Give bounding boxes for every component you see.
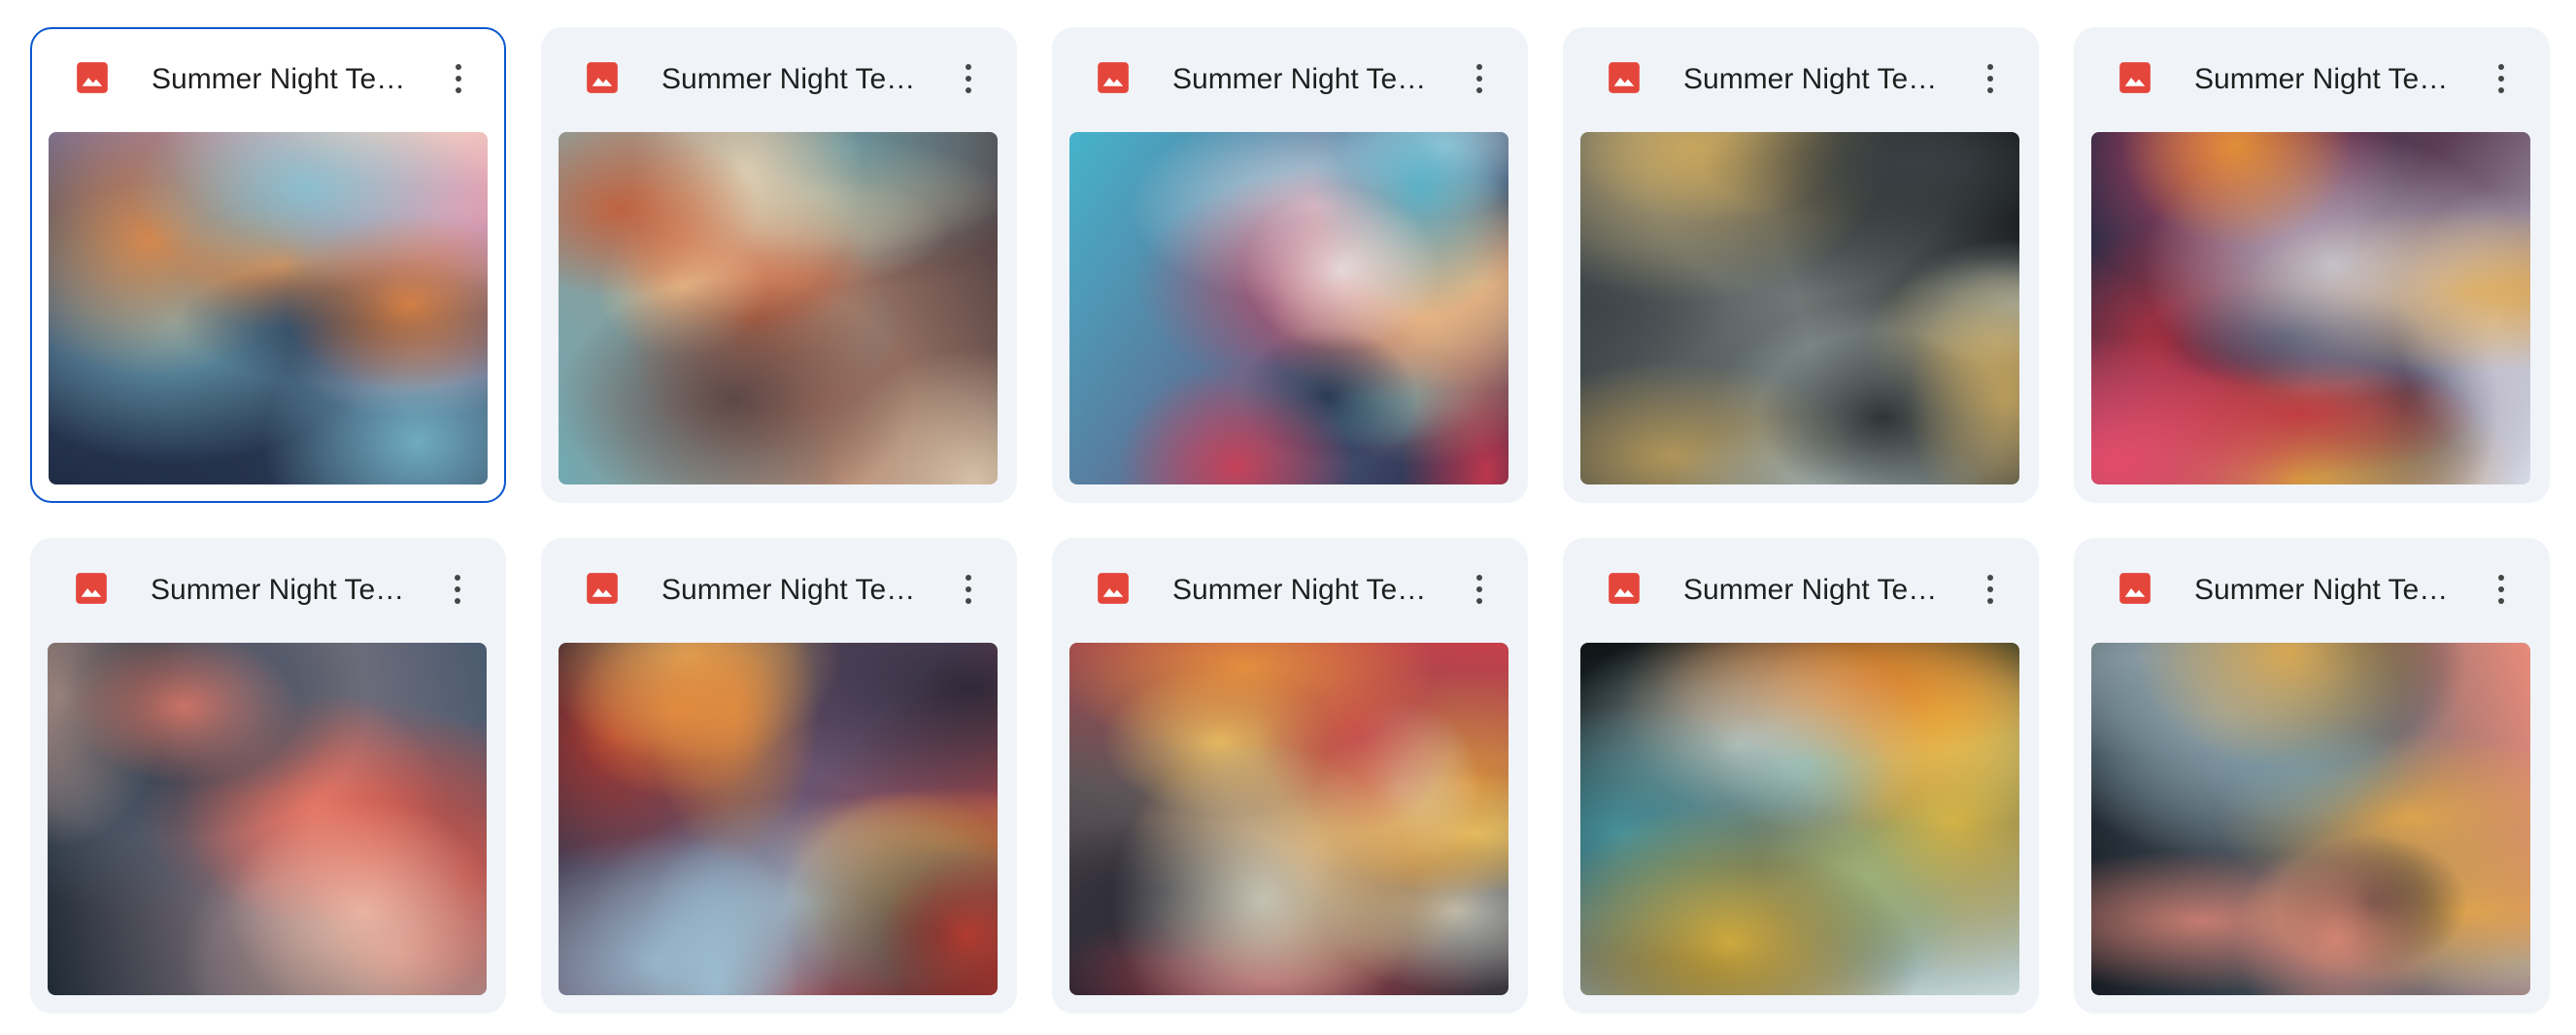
file-card-header: Summer Night Texture 02.jpg bbox=[541, 27, 1017, 134]
more-actions-button[interactable] bbox=[1969, 54, 2012, 103]
file-name[interactable]: Summer Night Texture 03.jpg bbox=[1172, 60, 1435, 99]
image-thumbnail[interactable] bbox=[48, 643, 487, 995]
image-file-icon bbox=[1095, 570, 1132, 607]
file-name[interactable]: Summer Night Texture 05.jpg bbox=[2194, 60, 2457, 99]
file-card-header: Summer Night Texture 01.jpg bbox=[31, 27, 503, 134]
file-name[interactable]: Summer Night Texture 04.jpg bbox=[1683, 60, 1946, 99]
more-actions-button[interactable] bbox=[437, 54, 480, 103]
image-thumbnail[interactable] bbox=[1069, 132, 1508, 484]
file-name[interactable]: Summer Night Texture 08.jpg bbox=[1172, 571, 1435, 610]
image-file-icon bbox=[584, 59, 621, 96]
file-card-header: Summer Night Texture 07.jpg bbox=[541, 538, 1017, 645]
file-card[interactable]: Summer Night Texture 04.jpg bbox=[1563, 27, 2039, 503]
file-card[interactable]: Summer Night Texture 02.jpg bbox=[541, 27, 1017, 503]
more-actions-button[interactable] bbox=[2480, 565, 2523, 614]
image-file-icon bbox=[2117, 570, 2153, 607]
file-name[interactable]: Summer Night Texture 02.jpg bbox=[661, 60, 924, 99]
more-actions-button[interactable] bbox=[436, 565, 479, 614]
file-name[interactable]: Summer Night Texture 01.jpg bbox=[152, 60, 414, 99]
file-name[interactable]: Summer Night Texture 06.jpg bbox=[151, 571, 413, 610]
more-vert-icon bbox=[966, 575, 971, 604]
more-vert-icon bbox=[2498, 575, 2504, 604]
image-file-icon bbox=[1606, 59, 1643, 96]
file-name[interactable]: Summer Night Texture 10.jpg bbox=[2194, 571, 2457, 610]
image-thumbnail[interactable] bbox=[559, 643, 998, 995]
file-card[interactable]: Summer Night Texture 09.jpg bbox=[1563, 538, 2039, 1014]
more-actions-button[interactable] bbox=[1458, 565, 1501, 614]
file-card-header: Summer Night Texture 09.jpg bbox=[1563, 538, 2039, 645]
file-card[interactable]: Summer Night Texture 03.jpg bbox=[1052, 27, 1528, 503]
image-thumbnail[interactable] bbox=[49, 132, 488, 484]
file-name[interactable]: Summer Night Texture 07.jpg bbox=[661, 571, 924, 610]
image-file-icon bbox=[2117, 59, 2153, 96]
image-file-icon bbox=[74, 59, 111, 96]
file-card[interactable]: Summer Night Texture 08.jpg bbox=[1052, 538, 1528, 1014]
more-vert-icon bbox=[1476, 64, 1482, 93]
more-vert-icon bbox=[1476, 575, 1482, 604]
image-thumbnail[interactable] bbox=[1069, 643, 1508, 995]
more-actions-button[interactable] bbox=[947, 565, 990, 614]
image-file-icon bbox=[73, 570, 110, 607]
image-file-icon bbox=[1606, 570, 1643, 607]
image-thumbnail[interactable] bbox=[559, 132, 998, 484]
file-card-header: Summer Night Texture 06.jpg bbox=[30, 538, 506, 645]
file-grid: Summer Night Texture 01.jpg Summer Night… bbox=[0, 0, 2576, 1035]
file-card-header: Summer Night Texture 04.jpg bbox=[1563, 27, 2039, 134]
file-card-header: Summer Night Texture 08.jpg bbox=[1052, 538, 1528, 645]
more-actions-button[interactable] bbox=[1458, 54, 1501, 103]
file-card-header: Summer Night Texture 03.jpg bbox=[1052, 27, 1528, 134]
file-card[interactable]: Summer Night Texture 01.jpg bbox=[30, 27, 506, 503]
more-vert-icon bbox=[1987, 64, 1993, 93]
more-actions-button[interactable] bbox=[1969, 565, 2012, 614]
image-thumbnail[interactable] bbox=[1580, 643, 2019, 995]
more-vert-icon bbox=[1987, 575, 1993, 604]
file-name[interactable]: Summer Night Texture 09.jpg bbox=[1683, 571, 1946, 610]
file-card-header: Summer Night Texture 05.jpg bbox=[2074, 27, 2550, 134]
more-vert-icon bbox=[966, 64, 971, 93]
more-vert-icon bbox=[456, 64, 461, 93]
image-thumbnail[interactable] bbox=[2091, 132, 2530, 484]
image-file-icon bbox=[584, 570, 621, 607]
image-thumbnail[interactable] bbox=[1580, 132, 2019, 484]
more-vert-icon bbox=[455, 575, 460, 604]
more-actions-button[interactable] bbox=[2480, 54, 2523, 103]
file-card[interactable]: Summer Night Texture 10.jpg bbox=[2074, 538, 2550, 1014]
file-card[interactable]: Summer Night Texture 06.jpg bbox=[30, 538, 506, 1014]
image-thumbnail[interactable] bbox=[2091, 643, 2530, 995]
file-card[interactable]: Summer Night Texture 07.jpg bbox=[541, 538, 1017, 1014]
file-card-header: Summer Night Texture 10.jpg bbox=[2074, 538, 2550, 645]
more-actions-button[interactable] bbox=[947, 54, 990, 103]
image-file-icon bbox=[1095, 59, 1132, 96]
more-vert-icon bbox=[2498, 64, 2504, 93]
file-card[interactable]: Summer Night Texture 05.jpg bbox=[2074, 27, 2550, 503]
